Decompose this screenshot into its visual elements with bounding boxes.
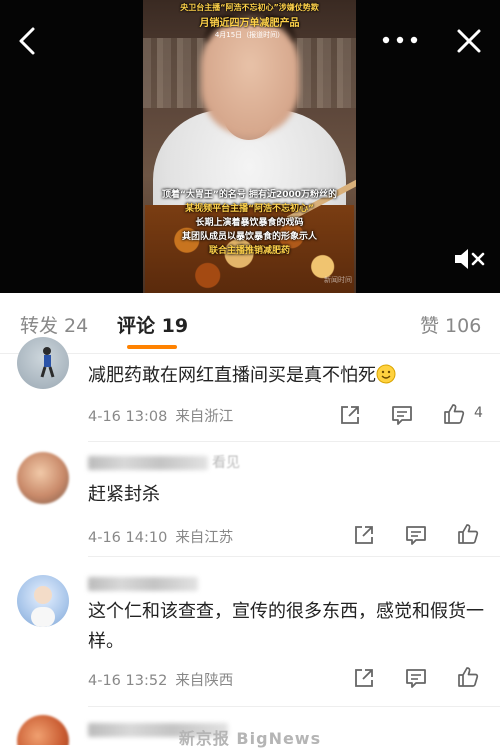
overlay-caption-line: 联合主播推销减肥药 <box>208 246 290 256</box>
more-button[interactable] <box>380 30 420 50</box>
comment-time: 4-16 13:08 <box>88 409 168 425</box>
comment-icon <box>392 406 412 425</box>
smile-emoji-icon <box>376 364 396 384</box>
more-dots-icon <box>382 36 418 44</box>
overlay-caption-line: 某视频平台主播“阿浩不忘初心” <box>185 204 314 214</box>
video-frame: 央卫台主播“阿浩不忘初心”涉嫌仗势欺 月销近四万单减肥产品 4月15日（报道时间… <box>143 0 356 293</box>
username-blurred <box>88 456 208 470</box>
comment-text: 这个仁和该查查，宣传的很多东西，感觉和假货一样。 <box>88 601 484 652</box>
tab-reposts[interactable]: 转发 24 <box>20 311 88 338</box>
overlay-caption-line: 长期上演着暴饮暴食的戏码 <box>195 218 304 228</box>
active-tab-indicator <box>127 345 177 349</box>
comment-icon <box>406 669 426 688</box>
comment-item: 这个仁和该查查，宣传的很多东西，感觉和假货一样。 4-16 13:52 来自陕西 <box>0 557 500 707</box>
mute-button[interactable] <box>452 245 486 273</box>
share-icon <box>341 406 359 424</box>
comment-meta: 4-16 14:10 来自江苏 <box>88 526 233 547</box>
overlay-caption-line: 其团队成员以暴饮暴食的形象示人 <box>181 232 317 242</box>
comment-meta: 4-16 13:08 来自浙江 <box>88 405 233 426</box>
overlay-caption-line: 顶着“大胃王”的名号 拥有近2000万粉丝的 <box>161 190 337 200</box>
avatar[interactable] <box>17 575 69 627</box>
avatar-figure-icon <box>40 347 55 378</box>
back-button[interactable] <box>14 26 40 56</box>
comment-location: 来自陕西 <box>175 673 234 689</box>
thumb-up-icon <box>444 404 465 424</box>
like-button[interactable] <box>456 522 480 546</box>
tab-bar: 转发 24 评论 19 赞 106 <box>0 293 500 354</box>
reply-button[interactable] <box>404 666 428 690</box>
like-count: 4 <box>474 405 483 421</box>
share-icon <box>355 526 373 544</box>
comment-item: 看见 赶紧封杀 4-16 14:10 来自江苏 <box>0 442 500 557</box>
comment-text: 赶紧封杀 <box>88 484 160 505</box>
like-button[interactable] <box>442 402 466 426</box>
reply-button[interactable] <box>390 403 414 427</box>
close-icon <box>457 29 481 53</box>
comment-meta: 4-16 13:52 来自陕西 <box>88 669 233 690</box>
comment-item: 减肥药敢在网红直播间买是真不怕死 4-16 13:08 来自浙江 4 <box>0 337 500 442</box>
comment-location: 来自江苏 <box>175 530 234 546</box>
thumb-up-icon <box>458 667 479 687</box>
comment-time: 4-16 13:52 <box>88 673 168 689</box>
like-button[interactable] <box>456 665 480 689</box>
share-button[interactable] <box>352 523 376 547</box>
reply-button[interactable] <box>404 523 428 547</box>
thumb-up-icon <box>458 524 479 544</box>
share-button[interactable] <box>338 403 362 427</box>
news-watermark: 新京报 BigNews <box>178 729 322 748</box>
video-player[interactable]: 央卫台主播“阿浩不忘初心”涉嫌仗势欺 月销近四万单减肥产品 4月15日（报道时间… <box>0 0 500 293</box>
avatar-person-icon <box>31 586 55 627</box>
overlay-headline-1: 央卫台主播“阿浩不忘初心”涉嫌仗势欺 <box>180 3 319 12</box>
tab-comments[interactable]: 评论 19 <box>117 311 188 338</box>
overlay-date: 4月15日（报道时间） <box>214 31 285 39</box>
volume-mute-icon <box>455 249 485 269</box>
comment-icon <box>406 526 426 545</box>
tab-likes[interactable]: 赞 106 <box>420 311 481 338</box>
avatar[interactable] <box>17 337 69 389</box>
comment-time: 4-16 14:10 <box>88 530 168 546</box>
video-watermark: 新闻时间 <box>324 276 352 284</box>
comment-location: 来自浙江 <box>175 409 234 425</box>
username-visible-part: 看见 <box>212 455 240 471</box>
chevron-left-icon <box>19 27 35 55</box>
share-icon <box>355 669 373 687</box>
share-button[interactable] <box>352 666 376 690</box>
close-button[interactable] <box>454 26 484 56</box>
username-blurred <box>88 577 198 591</box>
comment-body: 减肥药敢在网红直播间买是真不怕死 <box>88 365 376 386</box>
comment-text: 减肥药敢在网红直播间买是真不怕死 <box>88 361 488 391</box>
avatar[interactable] <box>17 452 69 504</box>
overlay-headline-2: 月销近四万单减肥产品 <box>199 18 300 29</box>
